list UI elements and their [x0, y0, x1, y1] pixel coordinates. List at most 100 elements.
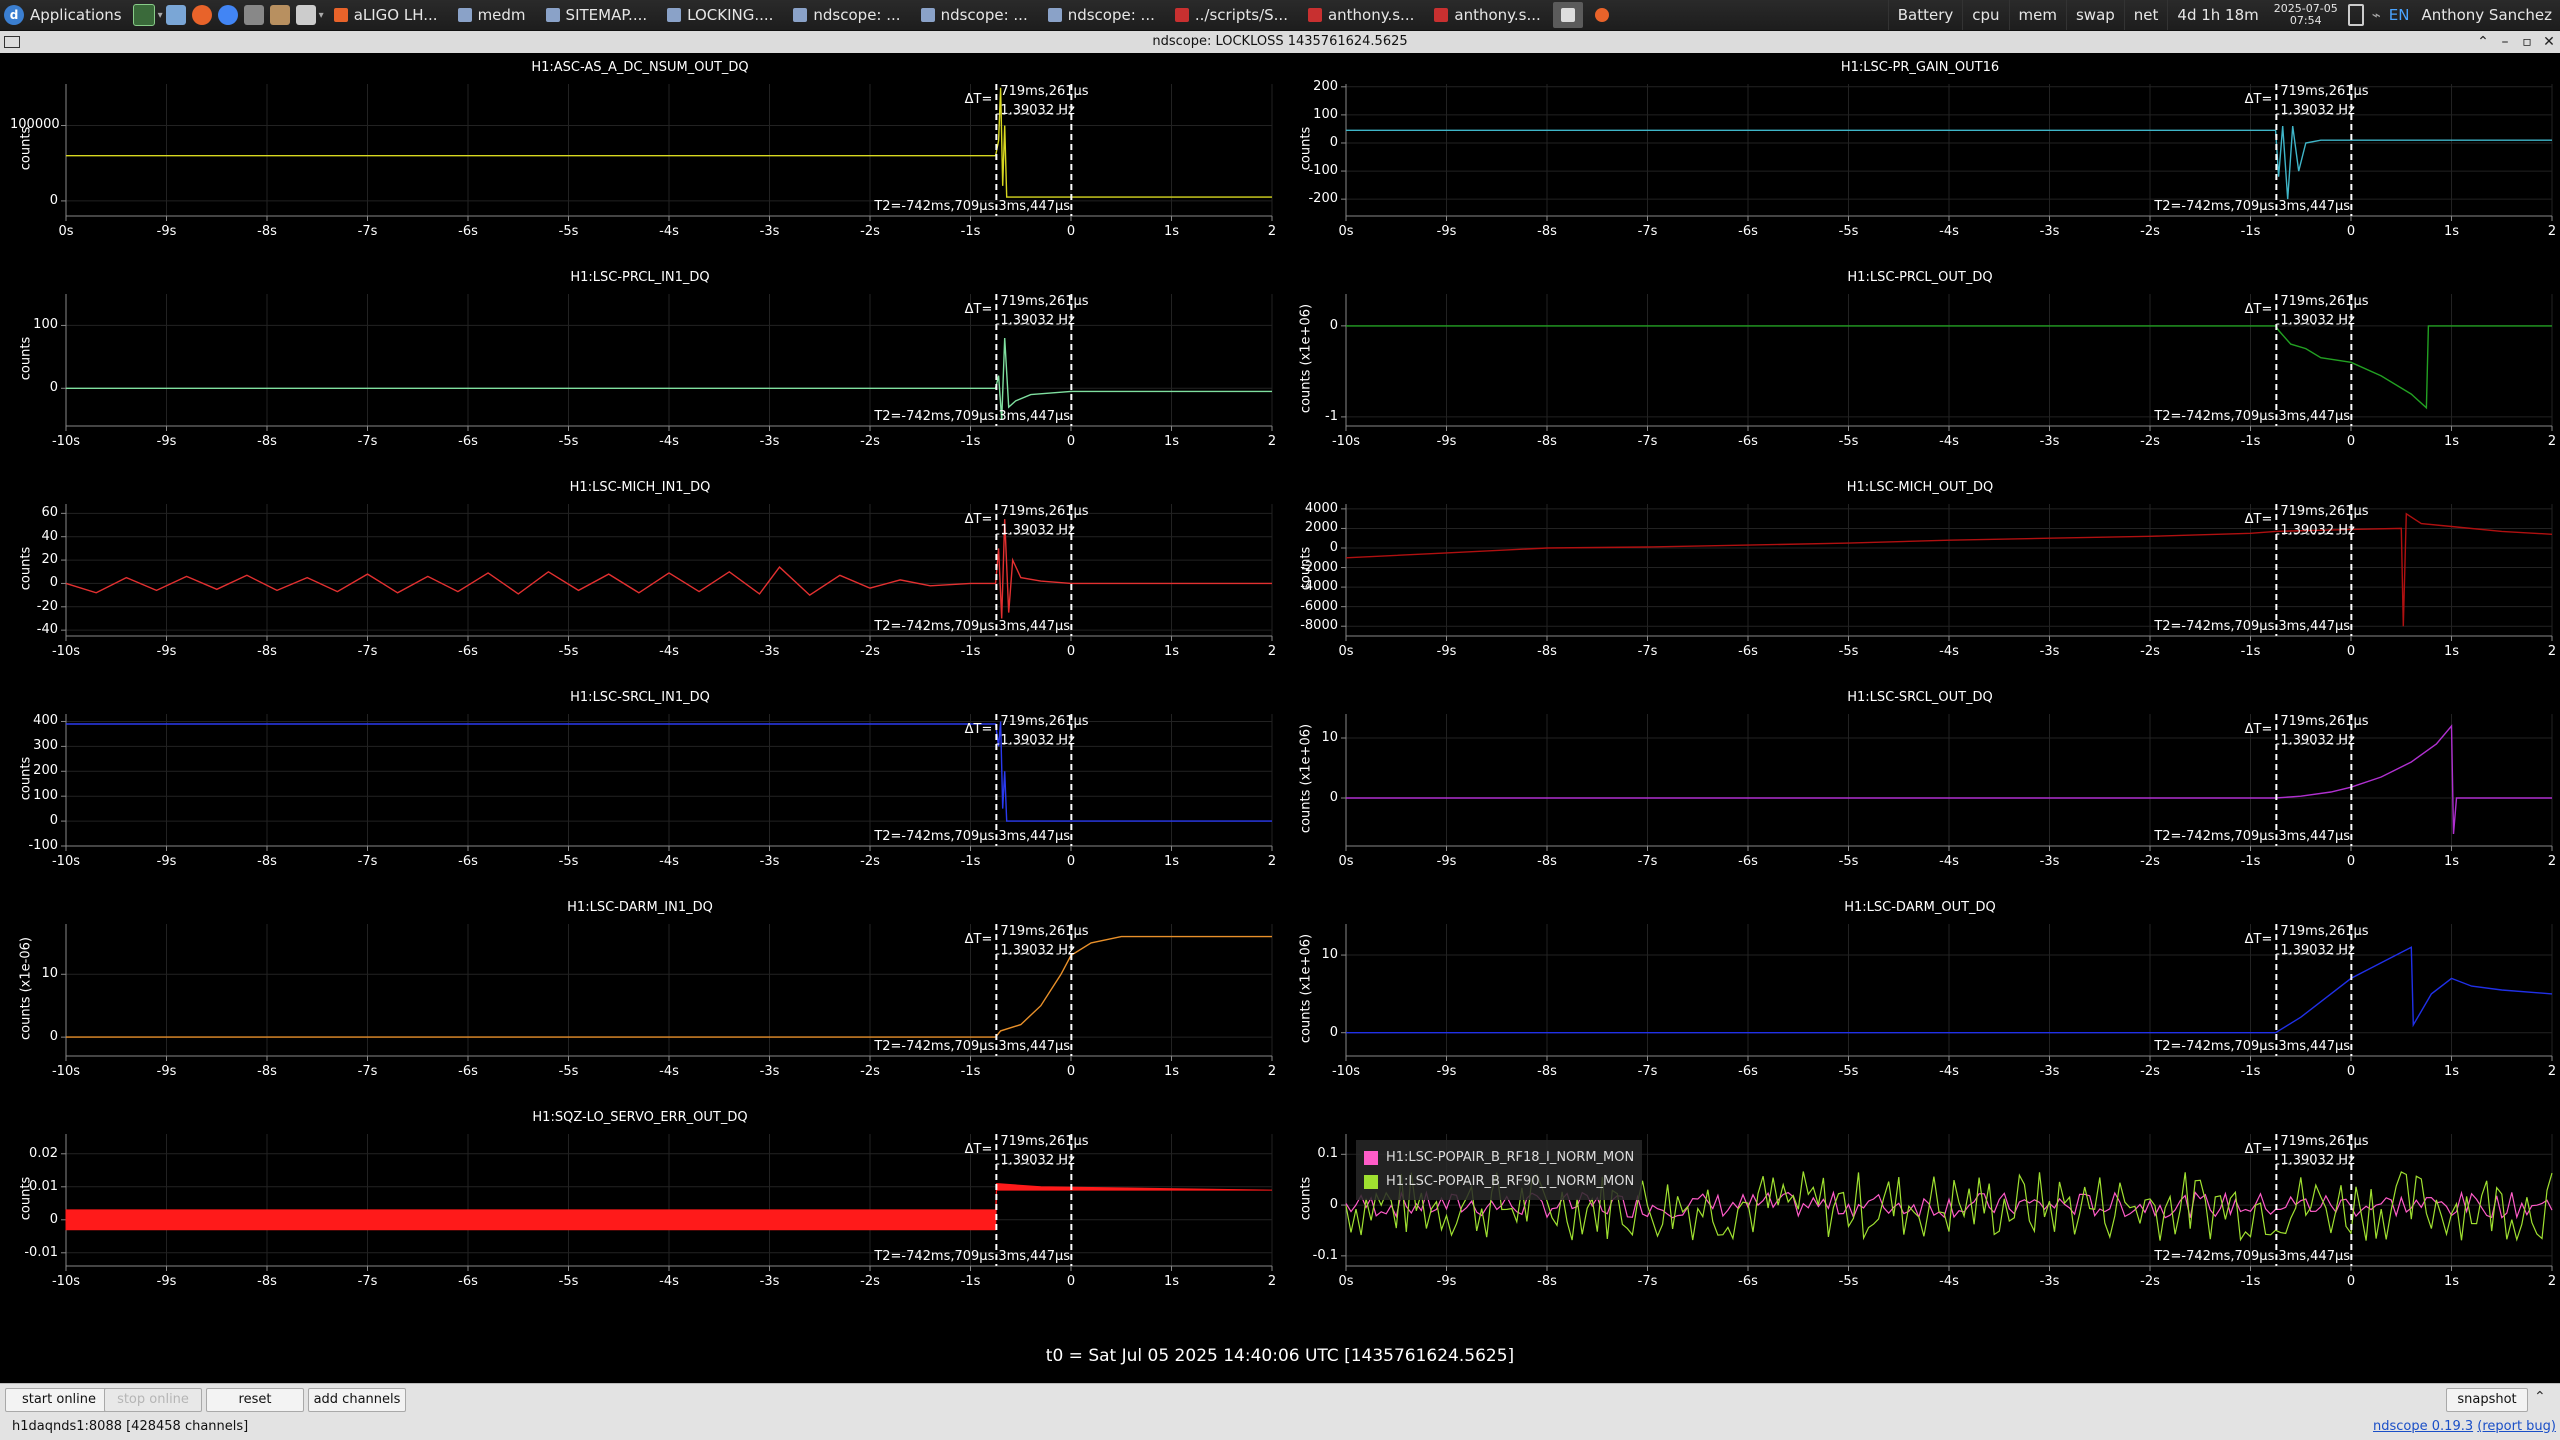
- cursor-t2-label: T2=-742ms,709μs: [874, 619, 995, 634]
- snapshot-button[interactable]: snapshot: [2446, 1388, 2528, 1412]
- x-tick-label: -1s: [2240, 224, 2261, 239]
- task-label: aLIGO LH...: [353, 6, 438, 24]
- plot-panel[interactable]: H1:SQZ-LO_SERVO_ERR_OUT_DQ counts 0.02 0.01…: [0, 1104, 1280, 1314]
- editor-launcher-icon[interactable]: [295, 5, 316, 25]
- monitor-swap[interactable]: swap: [2065, 0, 2124, 30]
- x-tick-label: -2s: [860, 224, 880, 239]
- delta-t-value: 719ms,261μs: [2280, 84, 2369, 99]
- task-ndscope-active[interactable]: [1552, 2, 1583, 28]
- plot-panel[interactable]: H1:ASC-AS_A_DC_NSUM_OUT_DQ counts 100000 0 0…: [0, 54, 1280, 264]
- x-tick-label: -8s: [1537, 1274, 1557, 1289]
- window-icon: [793, 8, 808, 22]
- share-icon[interactable]: [243, 5, 264, 25]
- cursor-t2-label: T2=-742ms,709μs: [874, 1039, 995, 1054]
- report-bug-link[interactable]: (report bug): [2477, 1419, 2556, 1434]
- task-item[interactable]: anthony.s...: [1300, 2, 1422, 28]
- delta-t-value: 719ms,261μs: [2280, 714, 2369, 729]
- x-tick-label: 2: [1267, 1274, 1277, 1289]
- x-tick-label: -1s: [960, 434, 981, 449]
- plot-panel[interactable]: H1:LSC-DARM_OUT_DQ counts (x1e+06) 10 0 -10s…: [1280, 894, 2560, 1104]
- x-tick-label: 0: [2346, 854, 2356, 869]
- maximize-icon[interactable]: ▫: [2516, 31, 2538, 53]
- chevron-down-icon[interactable]: ▾: [158, 10, 163, 21]
- browser-launcher-icon[interactable]: [217, 5, 238, 25]
- terminal-launcher-icon[interactable]: [132, 4, 155, 26]
- monitor-cpu[interactable]: cpu: [1962, 0, 2008, 30]
- x-tick-label: 0s: [1338, 644, 1354, 659]
- task-item[interactable]: aLIGO LH...: [326, 2, 446, 28]
- task-item[interactable]: ndscope: ...: [785, 2, 908, 28]
- y-tick-label: 2000: [1304, 520, 1338, 536]
- plot-panel[interactable]: H1:LSC-PR_GAIN_OUT16 counts 200 100 0 -100 -20…: [1280, 54, 2560, 264]
- task-firefox[interactable]: [1587, 2, 1617, 28]
- x-tick-label: -4s: [659, 224, 679, 239]
- window-titlebar[interactable]: ndscope: LOCKLOSS 1435761624.5625 ⌃ – ▫ …: [0, 31, 2560, 53]
- plot-panel[interactable]: H1:LSC-PRCL_IN1_DQ counts 100 0 -10s -9s -8s -7…: [0, 264, 1280, 474]
- task-item[interactable]: medm: [450, 2, 534, 28]
- x-tick-label: -2s: [860, 644, 880, 659]
- plot-legend[interactable]: H1:LSC-POPAIR_B_RF18_I_NORM_MON H1:LSC-PO…: [1356, 1140, 1643, 1200]
- firefox-icon: [333, 8, 348, 22]
- y-tick-label: -2000: [1300, 559, 1338, 575]
- task-item[interactable]: anthony.s...: [1426, 2, 1548, 28]
- plot-panel[interactable]: counts 0.1 0 -0.1 0s -9s -8s -7s -6s -5s -4s -3s -2s…: [1280, 1104, 2560, 1314]
- task-label: SITEMAP....: [565, 6, 648, 24]
- plot-panel[interactable]: H1:LSC-DARM_IN1_DQ counts (x1e-06) 10 0 -10s…: [0, 894, 1280, 1104]
- x-tick-label: -2s: [2140, 1064, 2160, 1079]
- reset-button[interactable]: reset: [206, 1388, 304, 1412]
- x-tick-label: -7s: [1637, 224, 1658, 239]
- x-tick-label: 2: [1267, 644, 1277, 659]
- start-online-button[interactable]: start online: [5, 1388, 113, 1412]
- x-tick-label: -5s: [1838, 1064, 1859, 1079]
- delta-t-label: ΔT=: [2244, 92, 2273, 107]
- task-item[interactable]: ../scripts/S...: [1167, 2, 1296, 28]
- legend-entry[interactable]: H1:LSC-POPAIR_B_RF90_I_NORM_MON: [1364, 1170, 1634, 1194]
- x-tick-label: 0: [2346, 434, 2356, 449]
- x-tick-label: 0: [2346, 1064, 2356, 1079]
- delta-freq: 1.39032 Hz: [2280, 103, 2355, 118]
- collapse-chevron-icon[interactable]: ⌃: [2534, 1389, 2546, 1405]
- plot-panel[interactable]: H1:LSC-SRCL_IN1_DQ counts 400 300 200 100 0 -10…: [0, 684, 1280, 894]
- version-link[interactable]: ndscope 0.19.3: [2373, 1419, 2473, 1434]
- shade-icon[interactable]: ⌃: [2472, 31, 2494, 53]
- x-tick-label: 2: [2547, 224, 2557, 239]
- battery-icon[interactable]: [2347, 4, 2364, 26]
- user-menu[interactable]: Anthony Sanchez: [2413, 6, 2560, 24]
- applications-menu[interactable]: d Applications: [0, 0, 130, 30]
- x-tick-label: 1s: [1163, 224, 1180, 239]
- window-menu-icon[interactable]: [4, 36, 20, 48]
- x-tick-label: 2: [2547, 854, 2557, 869]
- plot-panel[interactable]: H1:LSC-PRCL_OUT_DQ counts (x1e+06) 0 -1 -10s…: [1280, 264, 2560, 474]
- add-channels-button[interactable]: add channels: [308, 1388, 406, 1412]
- task-item[interactable]: SITEMAP....: [538, 2, 656, 28]
- minimize-icon[interactable]: –: [2494, 31, 2516, 53]
- keyboard-layout[interactable]: EN: [2389, 6, 2410, 24]
- x-tick-label: -9s: [156, 644, 177, 659]
- distro-logo-icon: d: [4, 5, 24, 25]
- task-item[interactable]: ndscope: ...: [913, 2, 1036, 28]
- plot-panel[interactable]: H1:LSC-MICH_OUT_DQ counts 4000 2000 0 -2000 -4…: [1280, 474, 2560, 684]
- x-tick-label: 0: [2346, 1274, 2356, 1289]
- network-icon[interactable]: ⌁: [2372, 6, 2381, 24]
- monitor-battery[interactable]: Battery: [1887, 0, 1963, 30]
- people-icon[interactable]: [269, 5, 290, 25]
- task-item[interactable]: ndscope: ...: [1040, 2, 1163, 28]
- legend-entry[interactable]: H1:LSC-POPAIR_B_RF18_I_NORM_MON: [1364, 1146, 1634, 1170]
- file-manager-icon[interactable]: [165, 5, 186, 25]
- cursor-t2-label: T2=-742ms,709μs: [874, 829, 995, 844]
- task-item[interactable]: LOCKING....: [659, 2, 781, 28]
- x-tick-label: -10s: [51, 434, 81, 449]
- close-icon[interactable]: ✕: [2538, 31, 2560, 53]
- plot-panel[interactable]: H1:LSC-SRCL_OUT_DQ counts (x1e+06) 10 0 0s -9…: [1280, 684, 2560, 894]
- plot-panel[interactable]: H1:LSC-MICH_IN1_DQ counts 60 40 20 0 -20 -40 -10…: [0, 474, 1280, 684]
- delta-t-label: ΔT=: [964, 512, 993, 527]
- clock[interactable]: 2025-07-05 07:54: [2268, 3, 2344, 27]
- x-tick-label: -8s: [1537, 644, 1557, 659]
- monitor-mem[interactable]: mem: [2008, 0, 2066, 30]
- cursor-t2-label: T2=-742ms,709μs: [2154, 1039, 2275, 1054]
- stop-online-button[interactable]: stop online: [104, 1388, 202, 1412]
- firefox-launcher-icon[interactable]: [191, 5, 212, 25]
- task-label: ndscope: ...: [813, 6, 901, 24]
- monitor-net[interactable]: net: [2123, 0, 2168, 30]
- x-tick-label: 2: [2547, 1064, 2557, 1079]
